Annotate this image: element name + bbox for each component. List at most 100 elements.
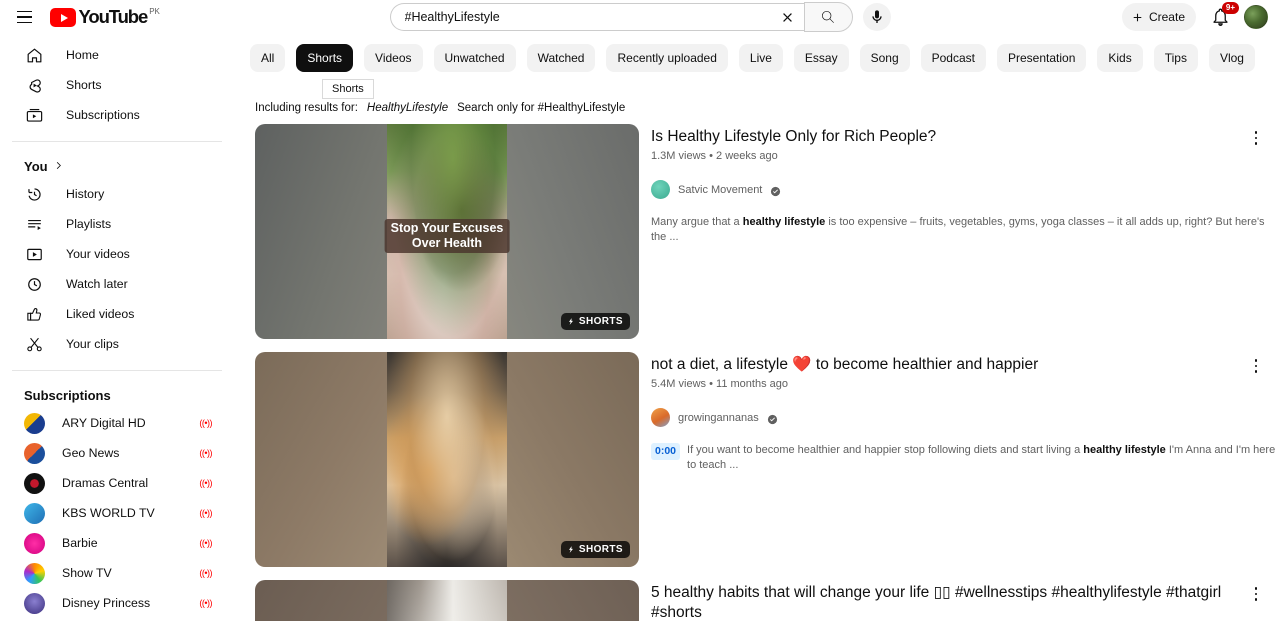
sidebar-item-your-videos[interactable]: Your videos [12, 239, 222, 269]
scissors-icon [24, 334, 44, 354]
channel-avatar [24, 442, 45, 464]
chip-presentation[interactable]: Presentation [996, 44, 1087, 72]
sidebar-item-shorts[interactable]: Shorts [12, 70, 222, 100]
sidebar-item-your-clips[interactable]: Your clips [12, 329, 222, 359]
chip-recently-uploaded[interactable]: Recently uploaded [606, 44, 728, 72]
sidebar-item-watch-later[interactable]: Watch later [12, 269, 222, 299]
more-vertical-icon[interactable] [1242, 124, 1270, 152]
chip-live[interactable]: Live [738, 44, 783, 72]
chevron-right-icon [53, 159, 64, 174]
channel-name: Geo News [62, 446, 120, 460]
video-title[interactable]: not a diet, a lifestyle ❤️ to become hea… [651, 355, 1280, 375]
channel-row[interactable]: growingannanas [651, 408, 1280, 427]
channel-avatar [24, 562, 45, 584]
chip-unwatched[interactable]: Unwatched [433, 44, 516, 72]
thumbnail-image [255, 580, 639, 621]
chip-watched[interactable]: Watched [526, 44, 596, 72]
more-vertical-icon[interactable] [1242, 352, 1270, 380]
video-thumbnail[interactable] [255, 580, 639, 621]
sidebar-item-subscriptions[interactable]: Subscriptions [12, 100, 222, 130]
sidebar-item-label: Shorts [66, 78, 102, 92]
plus-icon [1133, 13, 1142, 21]
video-meta: 5 healthy habits that will change your l… [639, 580, 1280, 621]
chip-shorts[interactable]: Shorts [296, 44, 354, 72]
sidebar-subscription-disney-princess[interactable]: Disney Princess ((•)) [12, 588, 222, 618]
chip-essay[interactable]: Essay [793, 44, 849, 72]
chip-podcast[interactable]: Podcast [920, 44, 986, 72]
masthead-center [250, 2, 1030, 32]
channel-avatar [24, 412, 45, 434]
subscriptions-icon [24, 105, 44, 125]
including-results-term: HealthyLifestyle [366, 102, 449, 114]
notifications-button[interactable]: 9+ [1208, 2, 1239, 29]
channel-avatar [24, 502, 45, 524]
sidebar-item-playlists[interactable]: Playlists [12, 209, 222, 239]
create-button[interactable]: Create [1121, 3, 1196, 31]
sidebar-item-label: Home [66, 48, 99, 62]
search-result-item: 5 healthy habits that will change your l… [250, 580, 1280, 621]
chip-vlog[interactable]: Vlog [1208, 44, 1255, 72]
more-vertical-icon[interactable] [1242, 580, 1270, 608]
youtube-logo[interactable]: YouTube PK [50, 7, 160, 27]
shorts-badge-label: SHORTS [578, 316, 623, 327]
hamburger-icon[interactable] [10, 3, 38, 31]
chip-song[interactable]: Song [859, 44, 910, 72]
video-title[interactable]: 5 healthy habits that will change your l… [651, 583, 1280, 621]
close-icon[interactable] [775, 4, 801, 30]
sidebar-subscription-barbie[interactable]: Barbie ((•)) [12, 528, 222, 558]
sidebar-item-history[interactable]: History [12, 179, 222, 209]
live-broadcast-icon: ((•)) [199, 508, 212, 518]
video-timestamp-chip[interactable]: 0:00 [651, 443, 681, 460]
sidebar-item-label: Watch later [66, 277, 128, 291]
search-results: Including results for: HealthyLifestyle … [250, 96, 1280, 621]
sidebar-item-label: Your videos [66, 247, 130, 261]
chip-kids[interactable]: Kids [1097, 44, 1143, 72]
sidebar-section-you[interactable]: You [12, 153, 222, 179]
thumbnail-caption: Stop Your Excuses Over Health [384, 219, 510, 253]
sidebar-subscription-geo-news[interactable]: Geo News ((•)) [12, 438, 222, 468]
search-result-item: Stop Your Excuses Over Health SHORTS Is … [250, 124, 1280, 339]
chip-all[interactable]: All [250, 44, 286, 72]
search-corrections: Including results for: HealthyLifestyle … [250, 96, 1280, 124]
youtube-country-code: PK [149, 7, 160, 17]
video-title[interactable]: Is Healthy Lifestyle Only for Rich Peopl… [651, 127, 1280, 147]
sidebar-item-liked-videos[interactable]: Liked videos [12, 299, 222, 329]
description-highlight: healthy lifestyle [1083, 444, 1166, 456]
verified-badge-icon [767, 412, 778, 425]
channel-name: ARY Digital HD [62, 416, 146, 430]
youtube-play-icon [50, 8, 76, 27]
sidebar-subscription-kbs-world-tv[interactable]: KBS WORLD TV ((•)) [12, 498, 222, 528]
search-wrap [389, 2, 891, 32]
chip-tips[interactable]: Tips [1153, 44, 1198, 72]
live-broadcast-icon: ((•)) [199, 418, 212, 428]
chevron-right-icon[interactable] [1272, 45, 1280, 71]
video-description: Many argue that a healthy lifestyle is t… [651, 215, 1280, 245]
chip-videos[interactable]: Videos [364, 44, 423, 72]
search-button[interactable] [803, 2, 853, 32]
sidebar-item-home[interactable]: Home [12, 40, 222, 70]
notifications-badge: 9+ [1221, 2, 1239, 14]
sidebar-subscription-ary-digital-hd[interactable]: ARY Digital HD ((•)) [12, 408, 222, 438]
youtube-wordmark: YouTube [78, 6, 149, 28]
channel-name: Show TV [62, 566, 112, 580]
live-broadcast-icon: ((•)) [199, 448, 212, 458]
home-icon [24, 45, 44, 65]
thumbnail-caption-line2: Over Health [411, 236, 483, 250]
video-thumbnail[interactable]: SHORTS [255, 352, 639, 567]
video-age: 2 weeks ago [716, 150, 778, 162]
search-input[interactable] [404, 10, 775, 24]
channel-name: Disney Princess [62, 596, 151, 610]
microphone-icon[interactable] [862, 3, 891, 31]
channel-avatar [24, 592, 45, 614]
sidebar: Home Shorts Subscriptions You History Pl… [0, 40, 230, 621]
sidebar-item-label: Liked videos [66, 307, 135, 321]
search-only-for-link[interactable]: Search only for #HealthyLifestyle [457, 102, 625, 114]
channel-row[interactable]: Satvic Movement [651, 180, 1280, 199]
search-box[interactable] [389, 3, 804, 31]
sidebar-subscription-show-tv[interactable]: Show TV ((•)) [12, 558, 222, 588]
sidebar-subscription-dramas-central[interactable]: Dramas Central ((•)) [12, 468, 222, 498]
shorts-icon [24, 75, 44, 95]
channel-name: Satvic Movement [678, 183, 763, 196]
avatar[interactable] [1244, 5, 1268, 29]
video-thumbnail[interactable]: Stop Your Excuses Over Health SHORTS [255, 124, 639, 339]
